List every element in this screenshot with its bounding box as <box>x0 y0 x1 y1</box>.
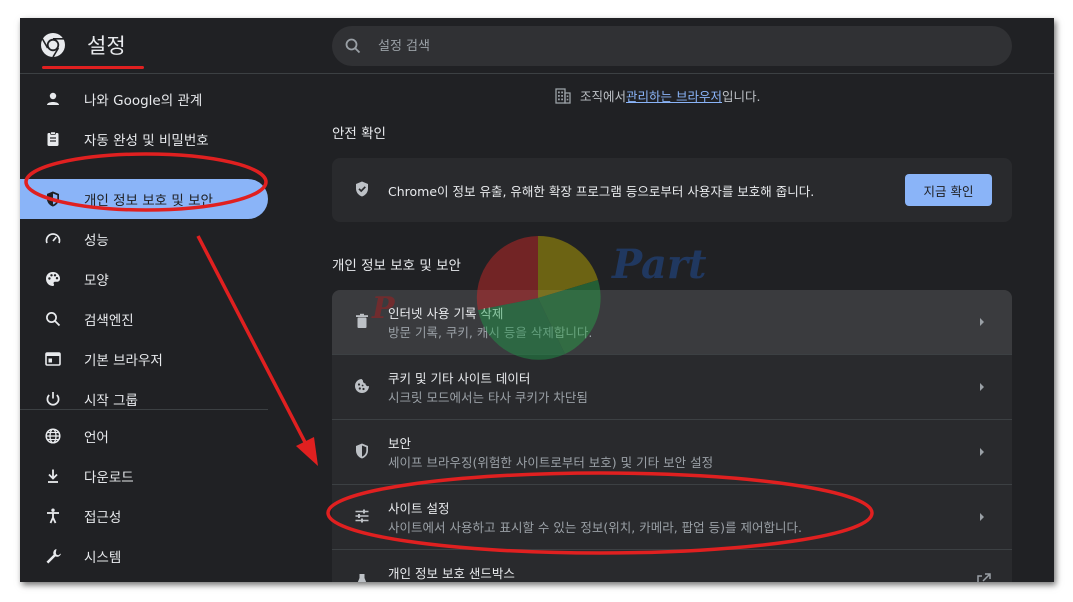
app-title: 설정 <box>87 34 126 58</box>
sidebar-item-label: 성능 <box>84 233 109 249</box>
site-settings-row[interactable]: 사이트 설정 사이트에서 사용하고 표시할 수 있는 정보(위치, 카메라, 팝… <box>332 485 1012 550</box>
row-subtitle: 세이프 브라우징(위험한 사이트로부터 보호) 및 기타 보안 설정 <box>388 455 714 470</box>
search-icon <box>345 38 361 54</box>
security-row[interactable]: 보안 세이프 브라우징(위험한 사이트로부터 보호) 및 기타 보안 설정 <box>332 420 1012 485</box>
chevron-right-icon <box>980 513 984 521</box>
sidebar-item-label: 시스템 <box>84 550 122 566</box>
sidebar-item-label: 모양 <box>84 273 109 289</box>
safety-check-description: Chrome이 정보 유출, 유해한 확장 프로그램 등으로부터 사용자를 보호… <box>388 184 815 199</box>
building-icon <box>555 87 571 104</box>
clear-browsing-data-row[interactable]: 인터넷 사용 기록 삭제 방문 기록, 쿠키, 캐시 등을 삭제합니다. <box>332 290 1012 355</box>
flask-icon <box>357 574 367 582</box>
power-icon <box>46 392 60 406</box>
sidebar-item-appearance[interactable]: 모양 <box>20 259 268 299</box>
row-title: 인터넷 사용 기록 삭제 <box>388 306 504 321</box>
check-now-button[interactable]: 지금 확인 <box>905 174 992 206</box>
clipboard-icon <box>47 131 59 146</box>
search-box[interactable] <box>332 26 1012 66</box>
privacy-section-title: 개인 정보 보호 및 보안 <box>332 258 461 274</box>
chrome-logo-icon <box>41 33 65 58</box>
safety-check-title: 안전 확인 <box>332 126 386 142</box>
safety-check-card: Chrome이 정보 유출, 유해한 확장 프로그램 등으로부터 사용자를 보호… <box>332 158 1012 222</box>
person-icon <box>47 92 59 105</box>
sidebar-item-you-and-google[interactable]: 나와 Google의 관계 <box>20 79 268 119</box>
sidebar-item-label: 시작 그룹 <box>84 393 138 409</box>
sliders-icon <box>355 509 369 523</box>
chevron-right-icon <box>980 318 984 326</box>
sidebar-item-privacy[interactable]: 개인 정보 보호 및 보안 <box>20 179 268 219</box>
shield-icon <box>47 191 59 207</box>
sidebar-item-label: 다운로드 <box>84 470 134 486</box>
search-icon <box>46 312 61 327</box>
sidebar-item-search-engine[interactable]: 검색엔진 <box>20 299 268 339</box>
palette-icon <box>46 272 60 286</box>
row-title: 개인 정보 보호 샌드박스 <box>388 566 515 581</box>
row-title: 쿠키 및 기타 사이트 데이터 <box>388 371 531 386</box>
browser-icon <box>45 352 61 366</box>
top-bar: 설정 <box>20 18 1054 74</box>
sidebar-item-autofill[interactable]: 자동 완성 및 비밀번호 <box>20 119 268 159</box>
sidebar-item-languages[interactable]: 언어 <box>20 416 268 456</box>
wrench-icon <box>46 549 61 564</box>
row-title: 보안 <box>388 436 412 451</box>
sidebar-item-downloads[interactable]: 다운로드 <box>20 456 268 496</box>
row-subtitle: 시크릿 모드에서는 타사 쿠키가 차단됨 <box>388 390 588 405</box>
shield-check-icon <box>356 181 368 197</box>
sidebar-item-label: 나와 Google의 관계 <box>84 93 203 109</box>
settings-window: 설정 나와 Google의 관계 자동 완성 및 비밀번호 개인 정보 보호 및… <box>20 18 1054 582</box>
cookies-row[interactable]: 쿠키 및 기타 사이트 데이터 시크릿 모드에서는 타사 쿠키가 차단됨 <box>332 355 1012 420</box>
row-title: 사이트 설정 <box>388 501 450 516</box>
sidebar-item-label: 자동 완성 및 비밀번호 <box>84 133 209 149</box>
sidebar-item-label: 접근성 <box>84 510 122 526</box>
download-icon <box>48 469 58 483</box>
sidebar-item-system[interactable]: 시스템 <box>20 536 268 576</box>
trash-icon <box>356 313 368 328</box>
managed-browser-link[interactable]: 관리하는 브라우저 <box>626 86 722 105</box>
row-subtitle: 방문 기록, 쿠키, 캐시 등을 삭제합니다. <box>388 325 593 340</box>
managed-browser-note: 조직에서 관리하는 브라우저 입니다. <box>554 86 760 105</box>
chevron-right-icon <box>980 383 984 391</box>
privacy-sandbox-row[interactable]: 개인 정보 보호 샌드박스 <box>332 550 1012 582</box>
sidebar-item-default-browser[interactable]: 기본 브라우저 <box>20 339 268 379</box>
speedometer-icon <box>45 233 61 244</box>
shield-icon <box>356 443 368 459</box>
search-input[interactable] <box>378 26 978 66</box>
title-annotation-underline <box>42 66 144 69</box>
sidebar-item-accessibility[interactable]: 접근성 <box>20 496 268 536</box>
sidebar: 나와 Google의 관계 자동 완성 및 비밀번호 개인 정보 보호 및 보안… <box>20 74 280 582</box>
sidebar-item-label: 개인 정보 보호 및 보안 <box>84 193 213 209</box>
external-link-icon <box>977 573 991 582</box>
sidebar-item-label: 검색엔진 <box>84 313 134 329</box>
row-subtitle: 사이트에서 사용하고 표시할 수 있는 정보(위치, 카메라, 팝업 등)를 제… <box>388 520 802 535</box>
cookie-icon <box>355 379 369 393</box>
sidebar-item-label: 기본 브라우저 <box>84 353 163 369</box>
globe-icon <box>45 428 61 444</box>
sidebar-divider <box>20 409 268 410</box>
privacy-settings-card: 인터넷 사용 기록 삭제 방문 기록, 쿠키, 캐시 등을 삭제합니다. 쿠키 … <box>332 290 1012 582</box>
sidebar-item-on-startup[interactable]: 시작 그룹 <box>20 379 268 419</box>
accessibility-icon <box>47 508 59 524</box>
chevron-right-icon <box>980 448 984 456</box>
sidebar-item-performance[interactable]: 성능 <box>20 219 268 259</box>
managed-note-suffix: 입니다. <box>722 89 761 104</box>
sidebar-item-label: 언어 <box>84 430 109 446</box>
managed-note-prefix: 조직에서 <box>580 89 627 104</box>
